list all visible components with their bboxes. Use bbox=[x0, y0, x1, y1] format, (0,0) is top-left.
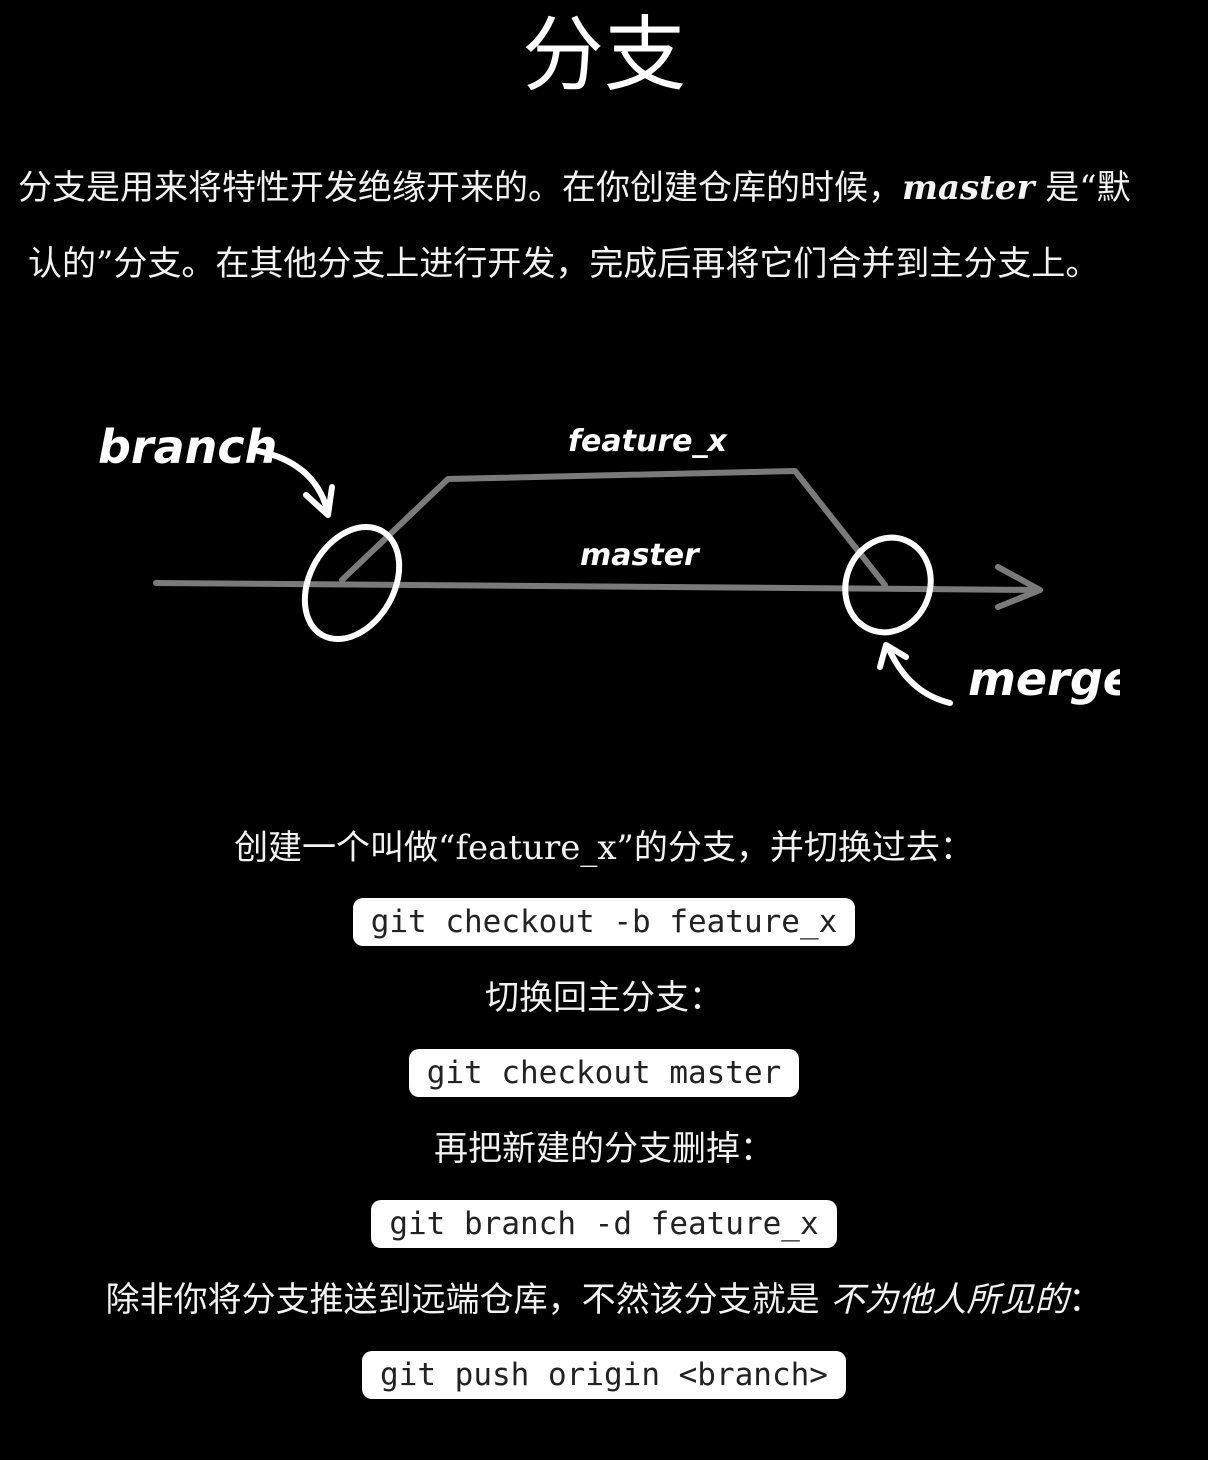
step-4-text: ： bbox=[1068, 1280, 1103, 1320]
code-chip-branch-delete[interactable]: git branch -d feature_x bbox=[371, 1200, 837, 1248]
intro-line-1: 分支是用来将特性开发绝缘开来的。在你创建仓库的时候，master 是“默 bbox=[18, 150, 1131, 226]
step-2-code-row: git checkout master bbox=[0, 1049, 1208, 1097]
intro-emphasis-master: master bbox=[902, 168, 1035, 208]
code-chip-push-origin[interactable]: git push origin <branch> bbox=[362, 1351, 846, 1399]
step-3-label: 再把新建的分支删掉： bbox=[434, 1129, 774, 1169]
merge-arrow bbox=[885, 644, 953, 706]
intro-text: 分支是用来将特性开发绝缘开来的。在你创建仓库的时候， bbox=[18, 168, 902, 208]
diagram-label-feature: feature_x bbox=[568, 424, 728, 459]
step-3-code-row: git branch -d feature_x bbox=[0, 1200, 1208, 1248]
page-title: 分支 bbox=[521, 8, 686, 103]
step-4-emphasis: 不为他人所见的 bbox=[830, 1280, 1069, 1320]
step-4-code-row: git push origin <branch> bbox=[0, 1351, 1208, 1399]
diagram-label-branch: branch bbox=[98, 420, 277, 474]
diagram-label-merge: merge bbox=[968, 652, 1120, 706]
step-2-label: 切换回主分支： bbox=[485, 978, 723, 1018]
master-line bbox=[153, 580, 1043, 593]
code-chip-checkout-b[interactable]: git checkout -b feature_x bbox=[352, 898, 856, 946]
intro-line-2: 认的”分支。在其他分支上进行开发，完成后再将它们合并到主分支上。 bbox=[28, 244, 1100, 284]
step-4-label: 除非你将分支推送到远端仓库，不然该分支就是 不为他人所见的： bbox=[0, 1278, 1208, 1322]
step-1-code-row: git checkout -b feature_x bbox=[0, 898, 1208, 946]
branch-diagram: branch feature_x master merge bbox=[98, 420, 1120, 706]
diagram-label-master: master bbox=[580, 538, 701, 573]
step-4-text: 除非你将分支推送到远端仓库，不然该分支就是 bbox=[105, 1280, 831, 1320]
code-chip-checkout-master[interactable]: git checkout master bbox=[408, 1049, 800, 1097]
step-1-label: 创建一个叫做“feature_x”的分支，并切换过去： bbox=[234, 828, 974, 868]
intro-text: 是“默 bbox=[1034, 168, 1131, 208]
